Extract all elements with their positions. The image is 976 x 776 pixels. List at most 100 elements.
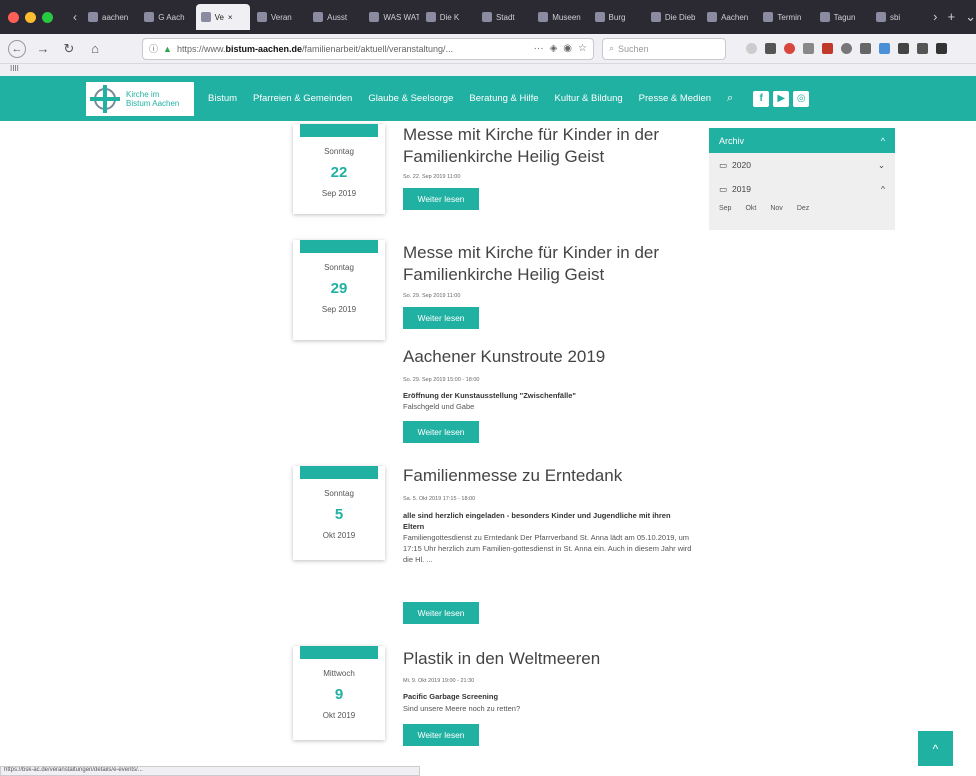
- calendar-icon: ▭: [719, 183, 728, 194]
- tab-favicon-icon: [538, 12, 549, 22]
- browser-tab[interactable]: G Aach: [139, 4, 193, 30]
- chevron-up-icon: ^: [881, 184, 885, 194]
- menu-icon[interactable]: [936, 43, 947, 54]
- event-description: Familiengottesdienst zu Erntedank Der Pf…: [403, 533, 692, 564]
- nav-item-kultur[interactable]: Kultur & Bildung: [555, 93, 623, 104]
- addon-puzzle-icon[interactable]: [917, 43, 928, 54]
- search-bar[interactable]: ⌕ Suchen: [602, 37, 726, 60]
- browser-tab[interactable]: Tagun: [815, 4, 869, 30]
- browser-tab[interactable]: Ausst: [308, 4, 362, 30]
- browser-tab[interactable]: aachen: [83, 4, 137, 30]
- browser-tab[interactable]: Ve ×: [195, 4, 250, 30]
- browser-tab[interactable]: Stadt: [477, 4, 531, 30]
- nav-item-pfarreien[interactable]: Pfarreien & Gemeinden: [253, 93, 352, 104]
- ublock-icon[interactable]: [784, 43, 795, 54]
- browser-tab[interactable]: Termin: [758, 4, 812, 30]
- nav-item-beratung[interactable]: Beratung & Hilfe: [469, 93, 538, 104]
- pocket-icon[interactable]: ◈: [550, 43, 558, 54]
- archive-month-nov[interactable]: Nov: [770, 205, 782, 212]
- nav-item-glaube[interactable]: Glaube & Seelsorge: [368, 93, 453, 104]
- history-icon[interactable]: [746, 43, 757, 54]
- lock-icon: ▲: [163, 43, 172, 54]
- status-bar: https://bsk-ac.de/veranstaltungen/detail…: [0, 766, 420, 776]
- browser-tab[interactable]: Burg: [590, 4, 644, 30]
- read-more-button[interactable]: Weiter lesen: [403, 421, 479, 443]
- url-text: https://www.bistum-aachen.de/familienarb…: [176, 43, 454, 54]
- new-tab-icon[interactable]: +: [948, 9, 956, 25]
- youtube-icon[interactable]: ▶: [773, 90, 790, 107]
- back-icon[interactable]: ←: [8, 39, 26, 58]
- forward-icon[interactable]: →: [34, 40, 52, 58]
- event-title[interactable]: Familienmesse zu Erntedank: [403, 465, 693, 487]
- instagram-icon[interactable]: ◎: [793, 90, 810, 107]
- nav-item-bistum[interactable]: Bistum: [208, 93, 237, 104]
- tab-favicon-icon: [594, 12, 605, 22]
- nav-item-presse[interactable]: Presse & Medien: [639, 93, 711, 104]
- browser-tab[interactable]: Veran: [252, 4, 306, 30]
- event-month-year: Okt 2019: [322, 531, 356, 540]
- browser-tab[interactable]: WAS WAT: [364, 4, 419, 30]
- tab-favicon-icon: [144, 12, 155, 22]
- bookmarks-label: IIII: [10, 64, 19, 73]
- event-date-card: Mittwoch 9 Okt 2019: [293, 646, 385, 740]
- address-bar[interactable]: ⓘ ▲ https://www.bistum-aachen.de/familie…: [142, 37, 594, 60]
- archive-month-dez[interactable]: Dez: [797, 205, 809, 212]
- tab-favicon-icon: [650, 12, 661, 22]
- tab-list-dropdown-icon[interactable]: ⌄: [965, 9, 976, 25]
- addon-red-icon[interactable]: [822, 43, 833, 54]
- shield-icon[interactable]: ◉: [563, 43, 572, 54]
- browser-tab[interactable]: Die K: [421, 4, 475, 30]
- read-more-button[interactable]: Weiter lesen: [403, 602, 479, 624]
- date-card-cap: [300, 240, 378, 253]
- event-title[interactable]: Plastik in den Weltmeeren: [403, 648, 693, 670]
- bookmark-star-icon[interactable]: ☆: [578, 43, 587, 54]
- archive-year-2019[interactable]: ▭ 2019 ^: [709, 177, 895, 201]
- browser-tab[interactable]: Museen: [533, 4, 587, 30]
- event-date-card: Sonntag 22 Sep 2019: [293, 124, 385, 214]
- addon-blue-icon[interactable]: [879, 43, 890, 54]
- date-card-cap: [300, 646, 378, 659]
- site-search-icon[interactable]: ⌕: [727, 92, 733, 105]
- browser-tab[interactable]: sbi: [871, 4, 925, 30]
- window-controls: [8, 11, 53, 23]
- address-bar-actions: ··· ◈ ◉ ☆: [534, 43, 587, 54]
- facebook-icon[interactable]: f: [753, 90, 770, 107]
- browser-tab[interactable]: Die Dieb: [646, 4, 700, 30]
- close-tab-icon[interactable]: ×: [228, 13, 233, 22]
- addon-gray-icon[interactable]: [841, 43, 852, 54]
- archive-month-sep[interactable]: Sep: [719, 205, 731, 212]
- archive-month-okt[interactable]: Okt: [745, 205, 756, 212]
- read-more-button[interactable]: Weiter lesen: [403, 307, 479, 329]
- addon-dark-icon[interactable]: [898, 43, 909, 54]
- reload-icon[interactable]: ↻: [60, 40, 78, 58]
- tab-label: WAS WAT: [383, 12, 419, 22]
- event-title[interactable]: Messe mit Kirche für Kinder in der Famil…: [403, 124, 693, 168]
- read-more-button[interactable]: Weiter lesen: [403, 188, 479, 210]
- event-weekday: Sonntag: [324, 489, 354, 498]
- browser-navigation-bar: ← → ↻ ⌂ ⓘ ▲ https://www.bistum-aachen.de…: [0, 34, 976, 64]
- addon-mask-icon[interactable]: [860, 43, 871, 54]
- zoom-window-button[interactable]: [42, 11, 53, 23]
- chevron-down-icon: ⌄: [877, 159, 885, 170]
- close-window-button[interactable]: [8, 11, 19, 23]
- scroll-to-top-button[interactable]: ^: [918, 731, 953, 766]
- page-actions-icon[interactable]: ···: [534, 43, 544, 54]
- read-more-button[interactable]: Weiter lesen: [403, 724, 479, 746]
- tab-favicon-icon: [763, 12, 774, 22]
- archive-month-list: Sep Okt Nov Dez: [709, 201, 895, 216]
- calendar-icon: ▭: [719, 159, 728, 170]
- library-icon[interactable]: [765, 43, 776, 54]
- event-description: Sind unsere Meere noch zu retten?: [403, 704, 521, 713]
- archive-header[interactable]: Archiv ^: [709, 128, 895, 153]
- info-icon[interactable]: ⓘ: [149, 42, 158, 55]
- browser-tab[interactable]: Aachen: [702, 4, 756, 30]
- archive-year-2020[interactable]: ▭ 2020 ⌄: [709, 153, 895, 177]
- tabs-scroll-right-icon[interactable]: ›: [933, 9, 937, 25]
- event-title[interactable]: Aachener Kunstroute 2019: [403, 346, 693, 368]
- tabs-scroll-left-icon[interactable]: ‹: [73, 10, 77, 24]
- minimize-window-button[interactable]: [25, 11, 36, 23]
- home-icon[interactable]: ⌂: [86, 40, 104, 58]
- site-logo[interactable]: Kirche im Bistum Aachen: [86, 82, 194, 116]
- event-title[interactable]: Messe mit Kirche für Kinder in der Famil…: [403, 242, 693, 286]
- reader-icon[interactable]: [803, 43, 814, 54]
